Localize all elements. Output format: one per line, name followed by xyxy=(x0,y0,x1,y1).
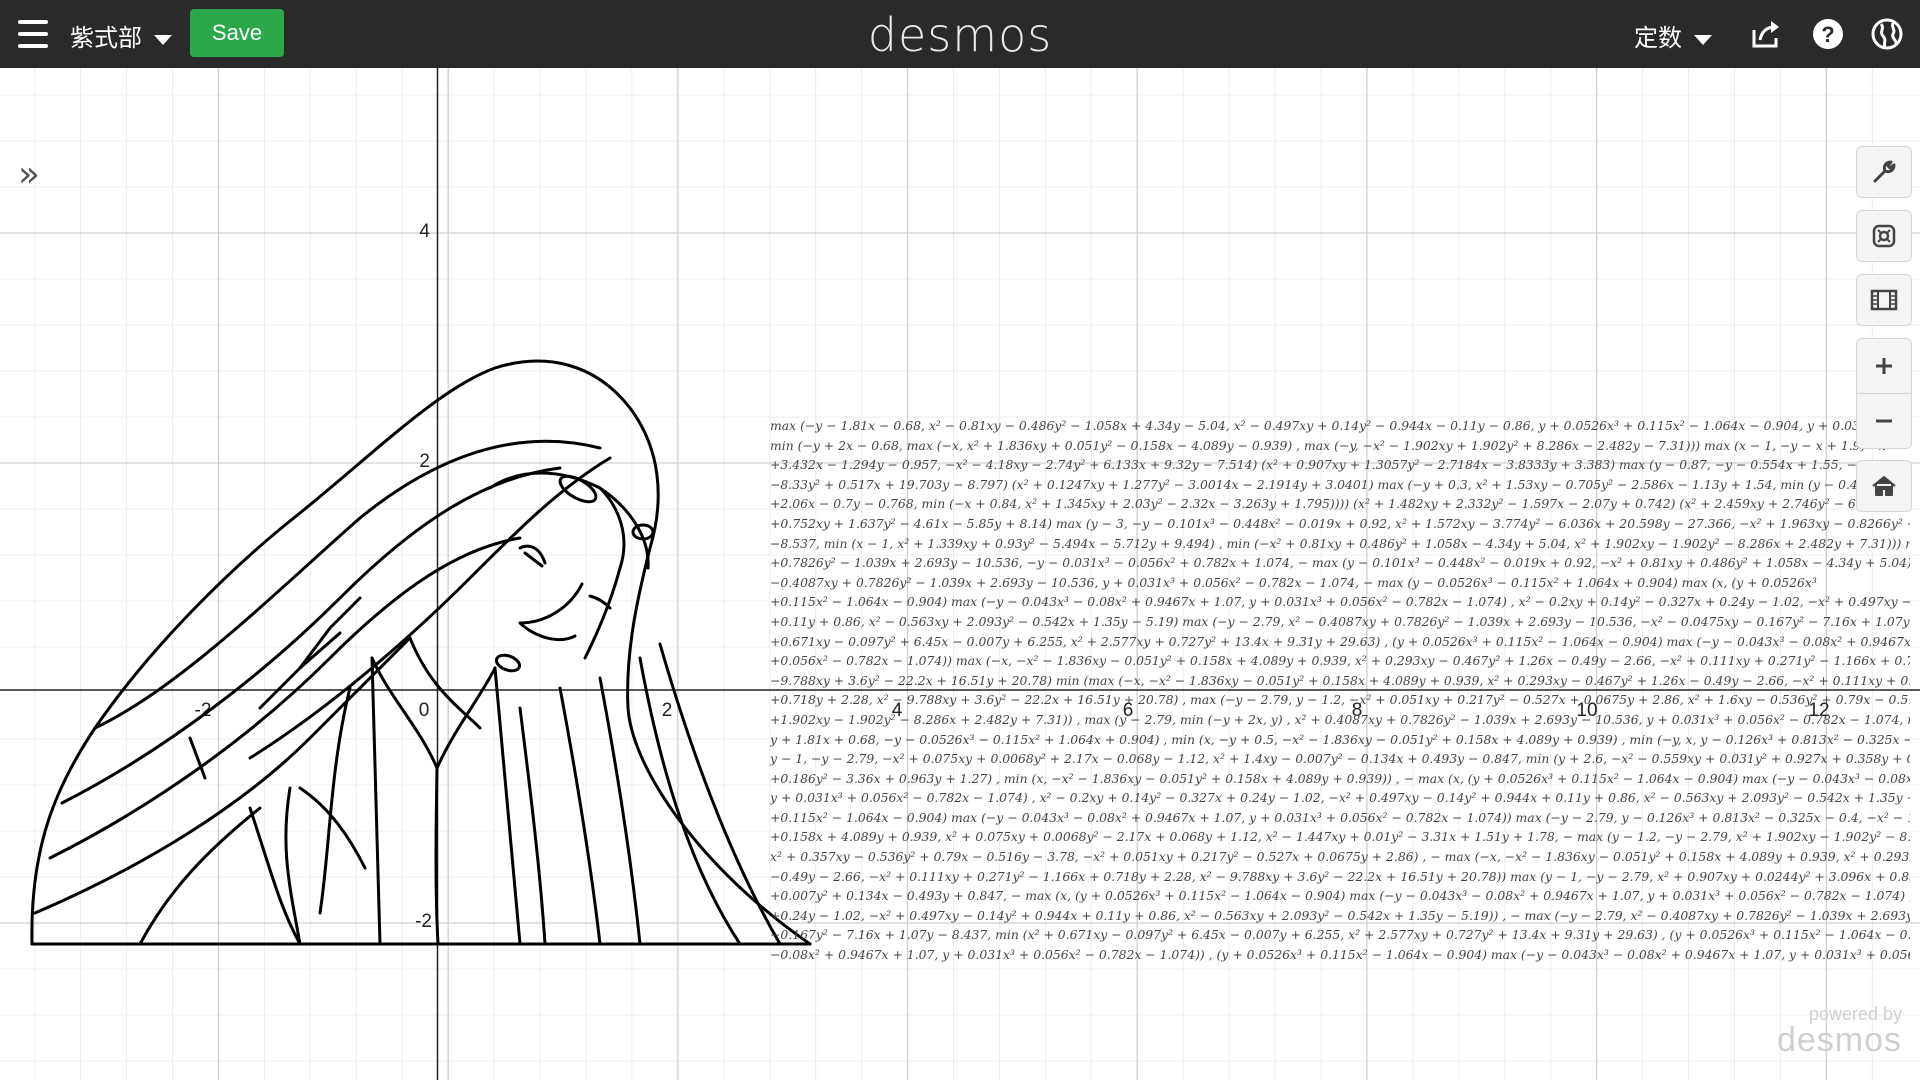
share-icon[interactable] xyxy=(1748,16,1784,52)
equation-line: +0.11y + 0.86, x² − 0.563xy + 2.093y² − … xyxy=(770,613,1910,629)
graph-settings-button[interactable] xyxy=(1856,146,1912,198)
chevron-down-icon xyxy=(154,34,172,45)
equation-line: y − 1, −y − 2.79, −x² + 0.075xy + 0.0068… xyxy=(770,751,1910,767)
equation-line: +0.718y + 2.28, x² − 9.788xy + 3.6y² − 2… xyxy=(770,692,1910,708)
equation-line: +0.7826y² − 1.039x + 2.693y − 10.536, −y… xyxy=(770,555,1910,571)
zoom-in-icon xyxy=(1876,358,1892,374)
animation-settings-button[interactable] xyxy=(1856,210,1912,262)
equation-line: +2.06x − 0.7y − 0.768, min (−x + 0.84, x… xyxy=(770,496,1910,512)
save-button[interactable]: Save xyxy=(190,9,284,57)
equation-line: −0.49y − 2.66, −x² + 0.111xy + 0.271y² −… xyxy=(770,868,1910,884)
zoom-out-icon xyxy=(1876,419,1892,423)
expand-expressions-icon[interactable]: » xyxy=(18,157,52,193)
equation-line: −9.788xy + 3.6y² − 22.2x + 16.51y + 20.7… xyxy=(770,672,1910,688)
svg-text:?: ? xyxy=(1821,22,1834,47)
default-viewport-button[interactable] xyxy=(1856,460,1912,512)
settings-icon xyxy=(1872,224,1896,248)
graph-paper[interactable]: -2 0 2 4 6 8 10 12 4 2 -2 » max (−y − 1.… xyxy=(0,68,1920,1080)
portrait-curves xyxy=(30,359,812,946)
equation-line: +0.056x² − 0.782x − 1.074)) max (−x, −x²… xyxy=(770,653,1910,669)
language-dropdown[interactable]: 定数 xyxy=(1634,18,1712,53)
language-label: 定数 xyxy=(1634,25,1682,52)
chevron-down-icon xyxy=(1694,34,1712,45)
equation-line: −0.167y² − 7.16x + 1.07y − 8.437, min (x… xyxy=(770,927,1910,943)
implicit-equation: max (−y − 1.81x − 0.68, x² − 0.81xy − 0.… xyxy=(770,416,1910,965)
equation-line: +0.158x + 4.089y + 0.939, x² + 0.075xy +… xyxy=(770,829,1910,845)
hamburger-menu-icon[interactable] xyxy=(18,20,48,48)
equation-line: y + 1.81x + 0.68, −y − 0.0526x³ − 0.115x… xyxy=(770,731,1910,747)
top-bar: 紫式部 Save desmos 定数 ? xyxy=(0,0,1920,68)
help-icon[interactable]: ? xyxy=(1810,16,1846,52)
globe-icon[interactable] xyxy=(1869,16,1905,52)
equation-line: y + 0.031x³ + 0.056x² − 0.782x − 1.074) … xyxy=(770,790,1910,806)
equation-line: +0.671xy − 0.097y² + 6.45x − 0.007y + 6.… xyxy=(770,633,1910,649)
equation-line: max (−y − 1.81x − 0.68, x² − 0.81xy − 0.… xyxy=(770,418,1910,433)
film-button[interactable] xyxy=(1856,274,1912,326)
wrench-icon xyxy=(1873,160,1896,183)
equation-line: −0.08x² + 0.9467x + 1.07, y + 0.031x³ + … xyxy=(770,947,1910,963)
home-icon xyxy=(1872,476,1896,496)
x-tick-label: 0 xyxy=(419,700,430,721)
equation-line: +1.902xy − 1.902y² − 8.286x + 2.482y + 7… xyxy=(770,711,1910,727)
equation-line: −8.33y² + 0.517x + 19.703y − 8.797) (x² … xyxy=(770,476,1910,492)
zoom-in-button[interactable] xyxy=(1856,338,1912,394)
equation-line: +0.115x² − 1.064x − 0.904) max (−y − 0.0… xyxy=(770,594,1910,610)
equation-line: −8.537, min (x − 1, x² + 1.339xy + 0.93y… xyxy=(770,535,1910,551)
y-tick-label: 4 xyxy=(419,221,430,242)
graph-title-dropdown[interactable]: 紫式部 xyxy=(70,18,172,53)
equation-line: −0.4087xy + 0.7826y² − 1.039x + 2.693y −… xyxy=(770,574,1817,590)
equation-line: min (−y + 2x − 0.68, max (−x, x² + 1.836… xyxy=(770,437,1910,453)
equation-line: +0.186y² − 3.36x + 0.963y + 1.27) , min … xyxy=(770,770,1910,786)
zoom-out-button[interactable] xyxy=(1856,393,1912,449)
y-tick-label: 2 xyxy=(419,451,430,472)
film-icon xyxy=(1870,289,1898,311)
x-tick-label: 2 xyxy=(662,700,673,721)
equation-line: +3.432x − 1.294y − 0.957, −x² − 4.18xy −… xyxy=(770,457,1910,473)
equation-line: x² + 0.357xy − 0.536y² + 0.79x − 0.516y … xyxy=(770,849,1910,865)
equation-line: +0.24y − 1.02, −x² + 0.497xy − 0.14y² + … xyxy=(770,907,1910,923)
graph-title: 紫式部 xyxy=(70,25,142,52)
y-tick-label: -2 xyxy=(415,911,432,932)
equation-line: +0.007y² + 0.134x − 0.493y + 0.847, − ma… xyxy=(770,888,1910,904)
equation-line: +0.752xy + 1.637y² − 4.61x − 5.85y + 8.1… xyxy=(770,515,1910,531)
desmos-logo: desmos xyxy=(867,8,1053,62)
equation-line: +0.115x² − 1.064x − 0.904) max (−y − 0.0… xyxy=(770,809,1910,825)
